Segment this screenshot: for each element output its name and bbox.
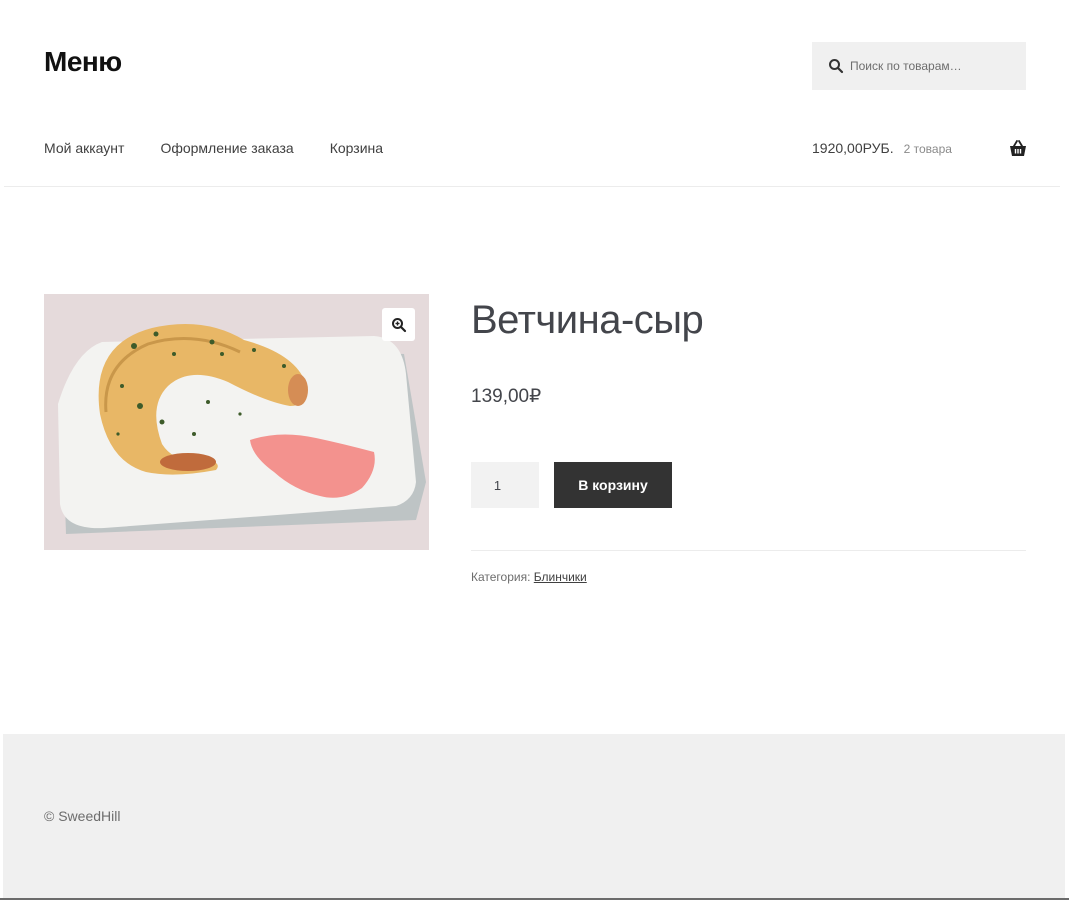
product-image[interactable] [44, 294, 429, 550]
primary-navigation: Мой аккаунт Оформление заказа Корзина [44, 140, 383, 156]
header-cart-summary[interactable]: 1920,00РУБ. 2 товара [812, 140, 952, 156]
nav-item-cart[interactable]: Корзина [330, 140, 383, 156]
product-category: Категория: Блинчики [471, 570, 587, 584]
site-title[interactable]: Меню [44, 46, 122, 78]
product-photo [44, 294, 429, 550]
nav-item-my-account[interactable]: Мой аккаунт [44, 140, 124, 156]
cart-item-count: 2 товара [903, 142, 952, 156]
header-divider [4, 186, 1060, 187]
search-icon [829, 59, 844, 74]
zoom-in-icon [391, 317, 406, 332]
copyright-text: © SweedHill [44, 808, 121, 824]
search-input[interactable] [850, 59, 1020, 73]
category-label: Категория: [471, 570, 531, 584]
product-search[interactable] [812, 42, 1026, 90]
site-footer: © SweedHill [3, 734, 1065, 898]
basket-icon[interactable] [1008, 140, 1028, 158]
quantity-input[interactable] [471, 462, 539, 508]
product-title: Ветчина-сыр [471, 298, 704, 342]
cart-total-amount: 1920,00РУБ. [812, 140, 894, 156]
add-to-cart-button[interactable]: В корзину [554, 462, 672, 508]
zoom-button[interactable] [382, 308, 415, 341]
meta-divider [471, 550, 1026, 551]
nav-item-checkout[interactable]: Оформление заказа [160, 140, 293, 156]
category-link[interactable]: Блинчики [534, 570, 587, 584]
product-price: 139,00₽ [471, 386, 542, 407]
